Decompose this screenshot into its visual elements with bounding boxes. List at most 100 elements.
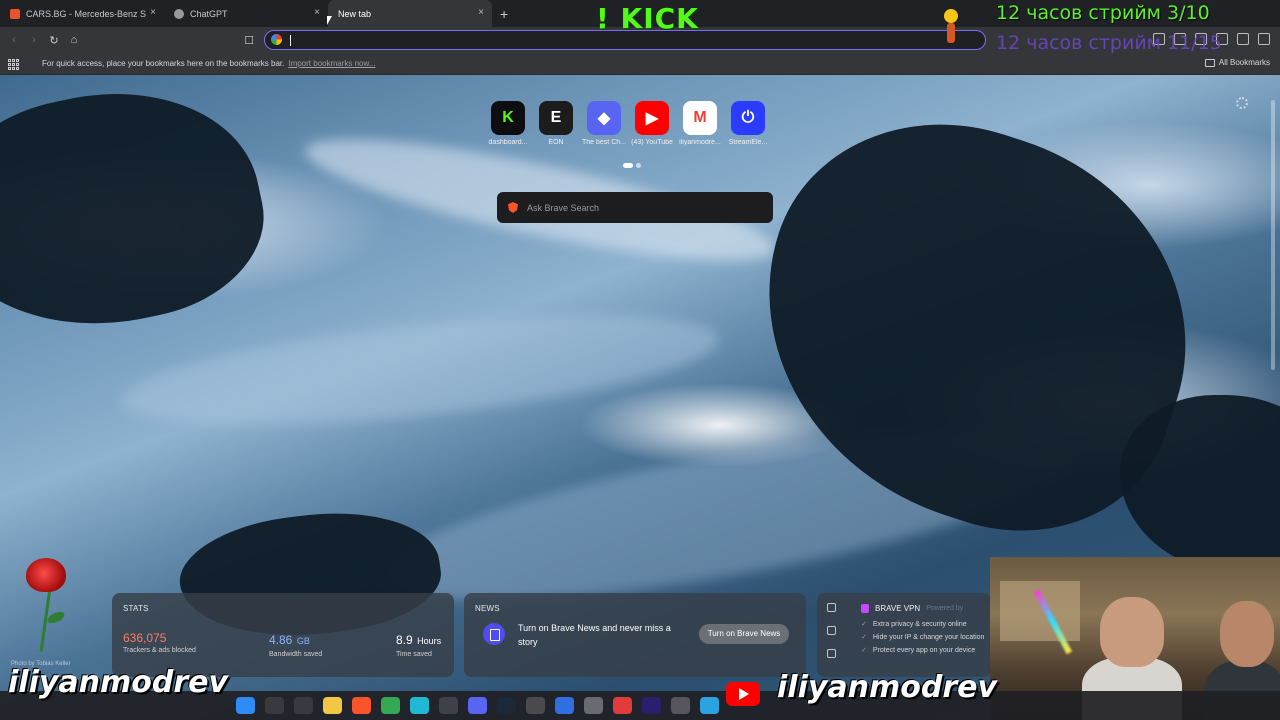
- bookmark-icon[interactable]: ☐: [239, 34, 259, 47]
- marathon-banner-shadow: 12 часов стрийм 11/15: [996, 32, 1222, 54]
- taskbar-icons: [236, 697, 719, 714]
- time-label: Time saved: [396, 651, 432, 658]
- close-icon[interactable]: ×: [478, 8, 484, 18]
- bookmarks-hint: For quick access, place your bookmarks h…: [42, 59, 285, 68]
- brave-search-box[interactable]: Ask Brave Search: [497, 192, 773, 223]
- list-item: Extra privacy & security online: [861, 620, 984, 628]
- vpn-logo-icon: [861, 604, 869, 613]
- home-icon[interactable]: ⌂: [64, 34, 84, 46]
- discord-icon[interactable]: [468, 697, 487, 714]
- premiere-icon[interactable]: [642, 697, 661, 714]
- channel-name-left: iliyanmodrev: [8, 665, 229, 700]
- forward-icon[interactable]: ›: [24, 34, 44, 46]
- top-site-label: iliyanmodre...: [679, 139, 721, 146]
- wallet-icon[interactable]: [1237, 33, 1249, 45]
- brave-lion-icon: [508, 202, 518, 213]
- vpn-powered-by: Powered by: [926, 605, 964, 612]
- bandwidth-label: Bandwidth saved: [269, 651, 323, 658]
- top-site-eon[interactable]: E EON: [536, 101, 576, 146]
- top-site-label: StreamEle...: [728, 139, 768, 146]
- top-site-discord[interactable]: ◆ The best Ch...: [582, 101, 626, 146]
- news-message: Turn on Brave News and never miss a stor…: [518, 623, 671, 647]
- windows-start-icon[interactable]: [236, 697, 255, 714]
- top-site-dashboard[interactable]: K dashboard...: [488, 101, 528, 146]
- apps-grid-icon[interactable]: [8, 58, 19, 70]
- top-sites: K dashboard... E EON ◆ The best Ch... ▶ …: [488, 101, 768, 146]
- top-site-youtube[interactable]: ▶ (43) YouTube: [631, 101, 673, 146]
- tab-label: CARS.BG - Mercedes-Benz S 500 388: [26, 8, 146, 19]
- scrollbar[interactable]: [1271, 100, 1275, 370]
- tab-cars-bg[interactable]: CARS.BG - Mercedes-Benz S 500 388 ×: [0, 0, 164, 27]
- time-unit: Hours: [417, 636, 442, 646]
- steam-icon[interactable]: [497, 697, 516, 714]
- back-icon[interactable]: ‹: [4, 34, 24, 46]
- vpn-widget: BRAVE VPN Powered by Extra privacy & sec…: [817, 593, 991, 677]
- rewards-icon[interactable]: [827, 626, 836, 635]
- calculator-icon[interactable]: [526, 697, 545, 714]
- close-icon[interactable]: ×: [314, 8, 320, 18]
- tab-new-tab[interactable]: New tab ×: [328, 0, 492, 27]
- all-bookmarks-label: All Bookmarks: [1218, 58, 1270, 67]
- list-item: Hide your IP & change your location: [861, 633, 985, 641]
- trackers-stat: 636,075 Trackers & ads blocked: [123, 631, 196, 654]
- top-site-label: EON: [548, 139, 564, 146]
- menu-icon[interactable]: [1258, 33, 1270, 45]
- vpn-shield-icon[interactable]: [827, 603, 836, 612]
- turn-on-news-button[interactable]: Turn on Brave News: [699, 624, 789, 644]
- text-cursor: [290, 35, 291, 46]
- obs-icon[interactable]: [439, 697, 458, 714]
- close-icon[interactable]: ×: [150, 8, 156, 18]
- time-value: 8.9: [396, 633, 413, 647]
- tab-label: New tab: [338, 8, 372, 19]
- vpn-icon[interactable]: [555, 697, 574, 714]
- search-placeholder: Ask Brave Search: [527, 202, 600, 213]
- kick-overlay-logo: ! KICK: [596, 2, 699, 35]
- discord-icon: ◆: [587, 101, 621, 135]
- rose-sticker-icon: [14, 558, 84, 658]
- all-bookmarks-button[interactable]: All Bookmarks: [1204, 58, 1270, 67]
- new-tab-button[interactable]: +: [500, 7, 508, 21]
- youtube-logo-icon: [726, 682, 760, 706]
- mouse-cursor-icon: [327, 16, 332, 25]
- import-bookmarks-link[interactable]: Import bookmarks now...: [288, 59, 375, 68]
- gmail-icon: M: [683, 101, 717, 135]
- stats-title: STATS: [123, 604, 149, 613]
- vpn-title: BRAVE VPN: [875, 604, 921, 613]
- telegram-icon[interactable]: [700, 697, 719, 714]
- time-stat: 8.9 Hours Time saved: [396, 631, 441, 658]
- folder-icon: [1204, 58, 1215, 67]
- trackers-value: 636,075: [123, 631, 167, 645]
- tab-label: ChatGPT: [190, 8, 228, 19]
- app-icon-gray[interactable]: [584, 697, 603, 714]
- player-icon[interactable]: [613, 697, 632, 714]
- chrome-icon[interactable]: [381, 697, 400, 714]
- calc2-icon[interactable]: [671, 697, 690, 714]
- bandwidth-unit: GB: [296, 636, 310, 646]
- streamelements-icon: ⏻: [731, 101, 765, 135]
- top-site-gmail[interactable]: M iliyanmodre...: [679, 101, 721, 146]
- news-title: NEWS: [475, 604, 500, 613]
- vpn-header: BRAVE VPN Powered by: [861, 604, 963, 613]
- settings-gear-icon[interactable]: [1236, 97, 1248, 109]
- top-sites-pager[interactable]: [623, 163, 641, 168]
- search-icon[interactable]: [265, 697, 284, 714]
- news-widget: NEWS Turn on Brave News and never miss a…: [464, 593, 806, 677]
- top-site-label: dashboard...: [488, 139, 528, 146]
- youtube-icon: ▶: [635, 101, 669, 135]
- top-site-streamelements[interactable]: ⏻ StreamEle...: [728, 101, 768, 146]
- widget-switcher: [827, 603, 836, 658]
- brave-icon[interactable]: [352, 697, 371, 714]
- file-explorer-icon[interactable]: [323, 697, 342, 714]
- tab-chatgpt[interactable]: ChatGPT ×: [164, 0, 328, 27]
- bandwidth-value: 4.86: [269, 633, 293, 647]
- task-view-icon[interactable]: [294, 697, 313, 714]
- chatgpt-favicon-icon: [174, 8, 184, 19]
- channel-name-right: iliyanmodrev: [777, 670, 998, 705]
- app-icon-cyan[interactable]: [410, 697, 429, 714]
- news-icon: [483, 623, 505, 645]
- reload-icon[interactable]: ↻: [44, 34, 64, 47]
- marathon-banner: 12 часов стрийм 3/10: [996, 2, 1210, 24]
- google-icon: [271, 34, 282, 45]
- cards-icon[interactable]: [827, 649, 836, 658]
- character-emoji-icon: [944, 9, 958, 45]
